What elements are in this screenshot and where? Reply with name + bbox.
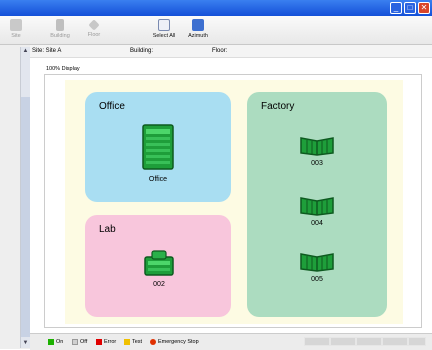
room-factory-title: Factory (261, 101, 295, 112)
site-tool[interactable]: Site (2, 18, 30, 39)
error-swatch-icon (96, 339, 102, 345)
server-icon (56, 19, 64, 31)
site-tool-label: Site (11, 33, 21, 39)
status-panels (304, 337, 426, 346)
vertical-scrollbar[interactable]: ▲ ▼ (20, 47, 30, 348)
close-button[interactable]: ✕ (418, 2, 430, 14)
building-info: Building: (130, 48, 154, 54)
factory-device-003-label: 003 (311, 160, 323, 167)
diamond-icon (88, 19, 100, 31)
legend-error: Error (96, 339, 116, 345)
minimize-button[interactable]: _ (390, 2, 402, 14)
factory-device-003-icon[interactable] (299, 134, 335, 156)
floor-tool[interactable]: Floor (80, 18, 108, 38)
legend-off-label: Off (80, 339, 88, 345)
building-icon (10, 19, 22, 31)
zoom-label: 100% Display (46, 66, 80, 72)
floor-info: Floor: (212, 48, 228, 54)
factory-device-005-label: 005 (311, 276, 323, 283)
legend-error-label: Error (104, 339, 117, 345)
site-info: Site: Site A (32, 48, 62, 54)
floor-tool-label: Floor (87, 32, 101, 38)
room-lab[interactable]: Lab 002 (85, 215, 231, 317)
maximize-button[interactable]: □ (404, 2, 416, 14)
legend-off: Off (72, 339, 87, 345)
floor-canvas[interactable]: Office Office Lab 002 Factory 003 004 00… (44, 74, 422, 328)
lab-device-label: 002 (153, 281, 165, 288)
office-device-label: Office (148, 176, 168, 183)
room-office-title: Office (99, 101, 125, 112)
building-tool[interactable]: Building (46, 18, 74, 39)
legend-test-label: Test (132, 339, 143, 345)
test-swatch-icon (124, 339, 130, 345)
status-bar: On Off Error Test Emergency Stop (30, 333, 432, 350)
scrollbar-thumb[interactable] (21, 97, 30, 337)
emergency-stop-icon (150, 339, 156, 345)
azimuth-icon (192, 19, 204, 31)
status-panel (356, 337, 382, 346)
legend-emergency-stop: Emergency Stop (150, 339, 199, 345)
legend-on: On (48, 339, 63, 345)
window-controls: _ □ ✕ (390, 2, 430, 14)
room-factory[interactable]: Factory 003 004 005 (247, 92, 387, 317)
lab-device-icon[interactable] (143, 249, 175, 277)
room-office[interactable]: Office Office (85, 92, 231, 202)
legend-on-label: On (56, 339, 64, 345)
factory-device-005-icon[interactable] (299, 250, 335, 272)
toolbar: Site Building Floor Select All Azimuth (0, 16, 432, 45)
status-panel (304, 337, 330, 346)
building-tool-label: Building (50, 33, 70, 39)
scroll-up-icon[interactable]: ▲ (22, 48, 29, 55)
legend-emergency-stop-label: Emergency Stop (158, 339, 199, 345)
legend-test: Test (124, 339, 142, 345)
status-panel (408, 337, 426, 346)
on-swatch-icon (48, 339, 54, 345)
off-swatch-icon (72, 339, 78, 345)
azimuth-tool[interactable]: Azimuth (184, 18, 212, 39)
select-all-tool-label: Select All (152, 33, 176, 39)
factory-device-004-icon[interactable] (299, 194, 335, 216)
status-panel (330, 337, 356, 346)
scroll-down-icon[interactable]: ▼ (22, 340, 29, 347)
select-all-icon (158, 19, 170, 31)
info-bar: Site: Site A Building: Floor: (30, 45, 432, 58)
floor-plan: Office Office Lab 002 Factory 003 004 00… (65, 80, 403, 324)
factory-device-004-label: 004 (311, 220, 323, 227)
room-lab-title: Lab (99, 224, 116, 235)
azimuth-tool-label: Azimuth (188, 33, 208, 39)
office-device-icon[interactable] (141, 122, 175, 172)
title-bar: _ □ ✕ (0, 0, 432, 16)
select-all-tool[interactable]: Select All (150, 18, 178, 39)
status-panel (382, 337, 408, 346)
